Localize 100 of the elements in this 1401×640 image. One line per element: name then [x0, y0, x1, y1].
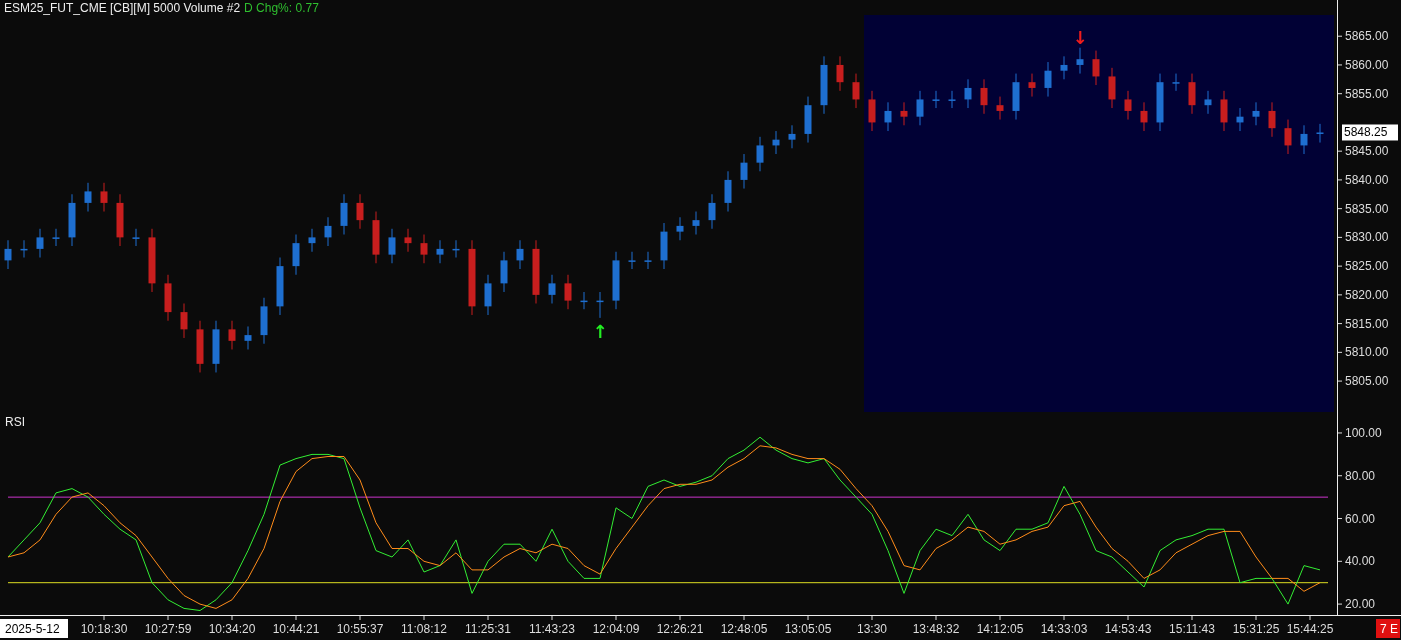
candle: [724, 170, 732, 212]
time-tick-label: 10:44:21: [272, 622, 320, 636]
time-tick-label: 14:53:43: [1104, 622, 1152, 636]
candle: [1268, 101, 1276, 138]
candle: [628, 251, 636, 270]
axis-tick-label: 5815.00: [1345, 316, 1389, 331]
time-tick-label: 12:26:21: [656, 622, 704, 636]
candle: [1300, 124, 1308, 155]
candle: [436, 239, 444, 264]
chart-title: ESM25_FUT_CME [CB][M] 5000 Volume #2: [4, 1, 241, 15]
candle: [804, 96, 812, 144]
axis-tick-label: 5830.00: [1345, 230, 1389, 245]
candle: [388, 228, 396, 264]
candle: [404, 228, 412, 253]
time-tick-label: 13:05:05: [784, 622, 832, 636]
candle: [308, 228, 316, 253]
candle: [356, 193, 364, 230]
candle: [1124, 90, 1132, 121]
candle: [740, 153, 748, 190]
candle: [996, 96, 1004, 121]
candle: [980, 78, 988, 115]
candle: [644, 251, 652, 270]
time-tick-label: 14:33:03: [1040, 622, 1088, 636]
candle: [484, 274, 492, 316]
candle: [516, 239, 524, 270]
time-tick-label: 12:48:05: [720, 622, 768, 636]
axis-tick-label: 5845.00: [1345, 144, 1389, 159]
candle: [228, 320, 236, 350]
candle: [948, 90, 956, 109]
candle: [1044, 61, 1052, 98]
candle: [1156, 73, 1164, 132]
candle: [596, 291, 604, 319]
candle: [852, 73, 860, 109]
candle: [820, 55, 828, 115]
time-tick-label: 13:30: [857, 622, 887, 636]
candle: [148, 228, 156, 293]
candle: [1012, 73, 1020, 121]
time-tick-label: 12:04:09: [592, 622, 640, 636]
axis-tick-label: 80.00: [1345, 468, 1376, 483]
candle: [1220, 90, 1228, 132]
candle: [212, 320, 220, 373]
candle: [372, 211, 380, 264]
candle: [180, 303, 188, 339]
candle: [1076, 47, 1084, 75]
axis-tick-label: 5835.00: [1345, 201, 1389, 216]
candle: [548, 274, 556, 304]
candle: [1316, 123, 1324, 144]
candle: [868, 90, 876, 132]
candle: [564, 274, 572, 310]
candle: [1092, 50, 1100, 86]
candle: [676, 216, 684, 241]
candle: [196, 320, 204, 373]
time-tick-label: 15:11:43: [1169, 622, 1215, 636]
axis-tick-label: 5810.00: [1345, 345, 1389, 360]
axis-tick-label: 5855.00: [1345, 86, 1389, 101]
candle: [756, 136, 764, 172]
candle: [1108, 67, 1116, 109]
candle: [692, 211, 700, 235]
axis-tick-label: 5805.00: [1345, 374, 1389, 389]
candle: [100, 182, 108, 212]
candle: [964, 78, 972, 109]
candle: [260, 297, 268, 345]
candle: [1252, 101, 1260, 126]
candle: [1140, 101, 1148, 132]
candle: [1284, 119, 1292, 155]
candle: [900, 101, 908, 126]
candle: [1172, 73, 1180, 92]
candle: [452, 239, 460, 258]
time-tick-label: 10:27:59: [144, 622, 192, 636]
candle: [884, 101, 892, 132]
time-tick-label: 11:43:23: [529, 622, 575, 636]
candle: [932, 90, 940, 109]
candle: [340, 193, 348, 235]
time-tick-label: 10:18:30: [80, 622, 128, 636]
candle: [708, 193, 716, 230]
candle: [836, 55, 844, 92]
candle: [772, 130, 780, 155]
axis-tick-label: 5865.00: [1345, 29, 1389, 44]
candle: [420, 234, 428, 264]
time-tick-label: 11:25:31: [465, 622, 511, 636]
axis-tick-label: 5820.00: [1345, 287, 1389, 302]
time-tick-label: 15:44:25: [1286, 622, 1334, 636]
last-price-marker: 5848.25: [1342, 124, 1398, 141]
candle: [164, 274, 172, 322]
axis-tick-label: 5860.00: [1345, 57, 1389, 72]
candle: [1236, 107, 1244, 132]
time-tick-label: 13:48:32: [912, 622, 960, 636]
time-tick-label: 14:12:05: [976, 622, 1024, 636]
daily-change: D Chg%: 0.77: [244, 1, 319, 15]
candle: [324, 216, 332, 247]
candle: [52, 228, 60, 247]
time-tick-label: 10:55:37: [336, 622, 384, 636]
time-tick-label: 15:31:25: [1232, 622, 1280, 636]
axis-tick-label: 20.00: [1345, 597, 1376, 612]
candle: [532, 239, 540, 304]
candle: [1188, 73, 1196, 115]
candle: [1060, 55, 1068, 80]
candle: [788, 124, 796, 149]
candle: [500, 251, 508, 293]
candle: [84, 182, 92, 212]
